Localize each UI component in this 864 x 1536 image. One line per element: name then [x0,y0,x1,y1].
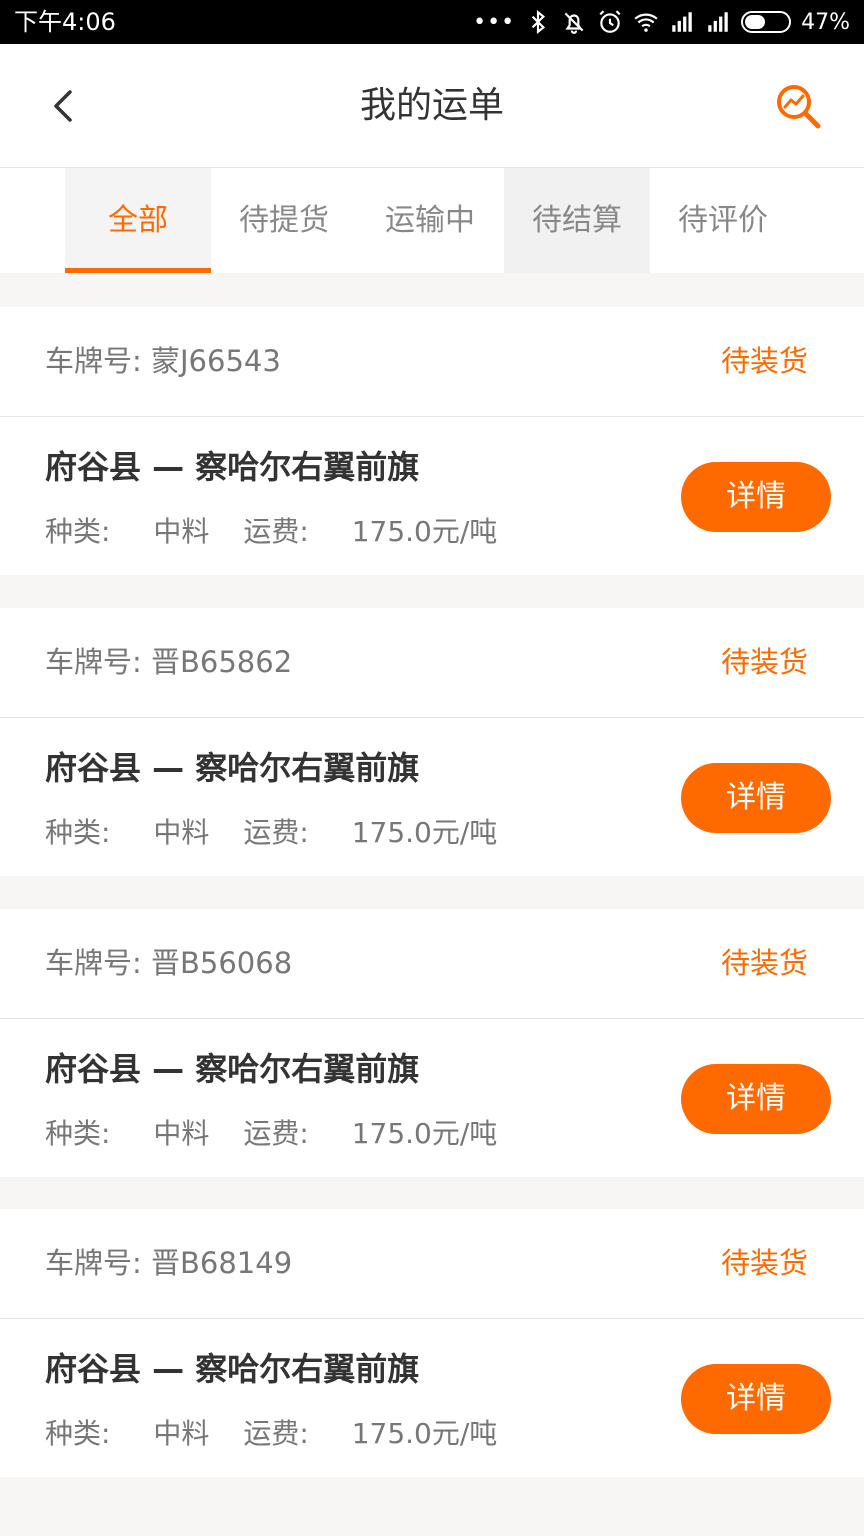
signal-icon [672,12,692,32]
plate-number: 车牌号: 蒙J66543 [45,344,281,378]
route: 府谷县 — 察哈尔右翼前旗 [45,1350,420,1388]
tab-in-transit[interactable]: 运输中 [357,168,503,273]
vibrate-mute-icon [564,12,584,34]
category: 种类: 中料 [45,515,210,548]
app-header: 我的运单 [0,44,864,168]
signal-icon-2 [708,12,728,32]
order-card-header: 车牌号: 蒙J66543 待装货 [0,307,864,417]
freight: 运费: 175.0元/吨 [243,816,498,849]
order-status: 待装货 [720,946,808,980]
plate-number: 车牌号: 晋B56068 [45,946,293,980]
detail-button[interactable]: 详情 [681,462,831,532]
more-dots-icon: ••• [473,9,516,35]
plate-number: 车牌号: 晋B65862 [45,645,293,679]
route: 府谷县 — 察哈尔右翼前旗 [45,448,420,486]
route: 府谷县 — 察哈尔右翼前旗 [45,1050,420,1088]
order-card-header: 车牌号: 晋B68149 待装货 [0,1209,864,1319]
order-card[interactable]: 车牌号: 晋B56068 待装货 府谷县 — 察哈尔右翼前旗 种类: 中料 运费:… [0,909,864,1177]
freight: 运费: 175.0元/吨 [243,515,498,548]
status-bar: 下午4:06 ••• 47% [0,0,864,44]
order-meta: 种类: 中料 运费: 175.0元/吨 [45,1113,497,1155]
tab-all[interactable]: 全部 [65,168,211,273]
order-status: 待装货 [720,1246,808,1280]
order-status: 待装货 [720,344,808,378]
tab-pending-settlement[interactable]: 待结算 [504,168,650,273]
category: 种类: 中料 [45,816,210,849]
status-time: 下午4:06 [14,8,116,36]
order-card-header: 车牌号: 晋B56068 待装货 [0,909,864,1019]
order-card[interactable]: 车牌号: 晋B68149 待装货 府谷县 — 察哈尔右翼前旗 种类: 中料 运费:… [0,1209,864,1477]
order-card[interactable]: 车牌号: 蒙J66543 待装货 府谷县 — 察哈尔右翼前旗 种类: 中料 运费:… [0,307,864,575]
route: 府谷县 — 察哈尔右翼前旗 [45,749,420,787]
order-status: 待装货 [720,645,808,679]
battery-percent: 47% [801,9,850,35]
order-meta: 种类: 中料 运费: 175.0元/吨 [45,1413,497,1455]
order-meta: 种类: 中料 运费: 175.0元/吨 [45,511,497,553]
alarm-icon [599,10,621,33]
bluetooth-icon [531,9,546,35]
tab-pending-review[interactable]: 待评价 [650,168,796,273]
detail-button[interactable]: 详情 [681,1064,831,1134]
order-card[interactable]: 车牌号: 晋B65862 待装货 府谷县 — 察哈尔右翼前旗 种类: 中料 运费:… [0,608,864,876]
tab-pending-pickup[interactable]: 待提货 [211,168,357,273]
order-meta: 种类: 中料 运费: 175.0元/吨 [45,812,497,854]
status-icons: ••• 47% [473,6,850,38]
freight: 运费: 175.0元/吨 [243,1417,498,1450]
wifi-icon [634,13,658,32]
detail-button[interactable]: 详情 [681,1364,831,1434]
freight: 运费: 175.0元/吨 [243,1117,498,1150]
category: 种类: 中料 [45,1117,210,1150]
page-title: 我的运单 [359,85,504,126]
category: 种类: 中料 [45,1417,210,1450]
search-chart-icon[interactable] [772,80,824,132]
plate-number: 车牌号: 晋B68149 [45,1246,293,1280]
order-tabs: 全部 待提货 运输中 待结算 待评价 [0,168,864,273]
order-card-header: 车牌号: 晋B65862 待装货 [0,608,864,718]
battery-icon [741,11,792,33]
detail-button[interactable]: 详情 [681,763,831,833]
